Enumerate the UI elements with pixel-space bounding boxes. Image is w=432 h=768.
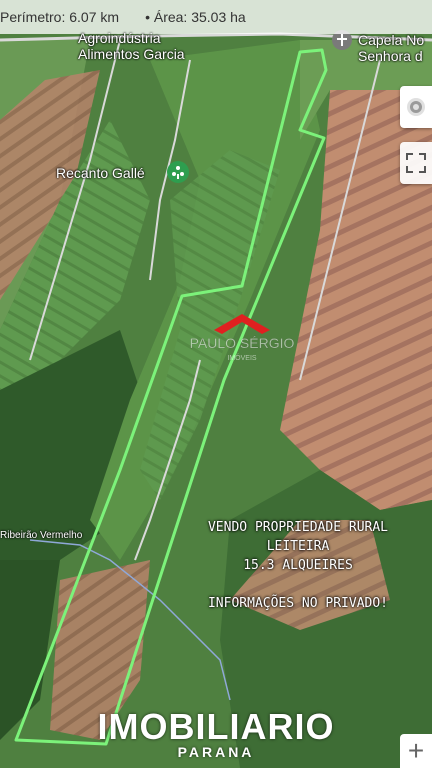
layers-icon — [407, 98, 425, 116]
sale-line-4: INFORMAÇÕES NO PRIVADO! — [207, 596, 388, 611]
watermark-logo: PAULO SÉRGIO IMÓVEIS — [172, 312, 312, 372]
measurement-bar: Perímetro: 6.07 km • Área: 35.03 ha — [0, 0, 432, 34]
sale-announcement: VENDO PROPRIEDADE RURAL LEITEIRA 15.3 AL… — [178, 518, 418, 613]
stream-label: Ribeirão Vermelho — [0, 530, 83, 541]
area-label: Área: — [153, 9, 188, 25]
watermark-roof-icon — [214, 314, 270, 334]
sale-line-3: 15.3 ALQUEIRES — [243, 558, 353, 573]
satellite-map[interactable] — [0, 0, 432, 768]
fullscreen-button[interactable] — [400, 142, 432, 184]
perimeter-label: Perímetro: — [0, 9, 66, 25]
place-label-recanto-galle[interactable]: Recanto Gallé — [56, 165, 145, 181]
sale-line-2: LEITEIRA — [266, 539, 330, 554]
brand-name: IMOBILIARIO — [97, 706, 335, 747]
brand-logo: IMOBILIARIO PARANA — [0, 706, 432, 761]
sale-line-1: VENDO PROPRIEDADE RURAL — [207, 520, 388, 535]
watermark-text: PAULO SÉRGIO — [190, 335, 295, 351]
place-label-line: Senhora d — [358, 48, 423, 64]
place-label-line: Capela No — [358, 32, 425, 48]
watermark-sub: IMÓVEIS — [227, 353, 257, 362]
area-readout: • Área: 35.03 ha — [145, 9, 246, 25]
place-pin-icon[interactable] — [167, 161, 189, 183]
place-label-agroindustria[interactable]: Agroindústria Alimentos Garcia — [78, 30, 185, 62]
brand-region: PARANA — [177, 744, 255, 760]
fullscreen-icon — [406, 153, 426, 173]
perimeter-readout: Perímetro: 6.07 km — [0, 9, 119, 25]
area-bullet: • — [145, 9, 150, 25]
area-value: 35.03 ha — [191, 9, 246, 25]
perimeter-value: 6.07 km — [69, 9, 120, 25]
place-label-capela[interactable]: Capela No Senhora d — [358, 32, 424, 64]
layers-button[interactable] — [400, 86, 432, 128]
place-label-line: Alimentos Garcia — [78, 46, 185, 62]
place-label-line: Agroindústria — [78, 30, 161, 46]
